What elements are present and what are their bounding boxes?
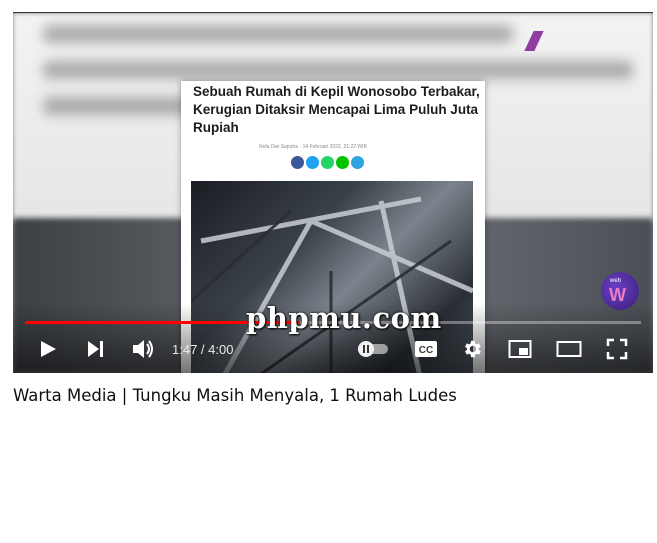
gear-icon[interactable] bbox=[461, 338, 483, 360]
captions-label: CC bbox=[419, 345, 433, 356]
whatsapp-icon bbox=[321, 156, 334, 169]
blurred-text-line bbox=[43, 61, 633, 79]
article-byline: Nofa Dwi Saputra · 14 Februari 2022, 21:… bbox=[259, 144, 367, 150]
channel-logo-small-text: web bbox=[610, 278, 622, 284]
video-player[interactable]: Sebuah Rumah di Kepil Wonosobo Terbakar,… bbox=[13, 12, 653, 373]
video-title[interactable]: Warta Media | Tungku Masih Menyala, 1 Ru… bbox=[13, 386, 457, 405]
line-icon bbox=[336, 156, 349, 169]
twitter-icon bbox=[306, 156, 319, 169]
facebook-icon bbox=[291, 156, 304, 169]
telegram-icon bbox=[351, 156, 364, 169]
captions-button[interactable]: CC bbox=[414, 340, 438, 358]
share-buttons-row bbox=[291, 156, 364, 169]
fullscreen-icon[interactable] bbox=[606, 338, 628, 360]
time-display: 1:47 / 4:00 bbox=[172, 342, 234, 357]
article-headline: Sebuah Rumah di Kepil Wonosobo Terbakar,… bbox=[193, 84, 480, 135]
miniplayer-icon[interactable] bbox=[508, 339, 532, 359]
play-icon[interactable] bbox=[38, 339, 58, 359]
volume-icon[interactable] bbox=[131, 338, 155, 360]
blurred-text-line bbox=[43, 25, 513, 43]
theater-icon[interactable] bbox=[556, 340, 582, 358]
next-icon[interactable] bbox=[85, 339, 105, 359]
watermark-text: phpmu.com bbox=[246, 301, 442, 335]
autoplay-toggle-icon[interactable] bbox=[356, 340, 390, 358]
